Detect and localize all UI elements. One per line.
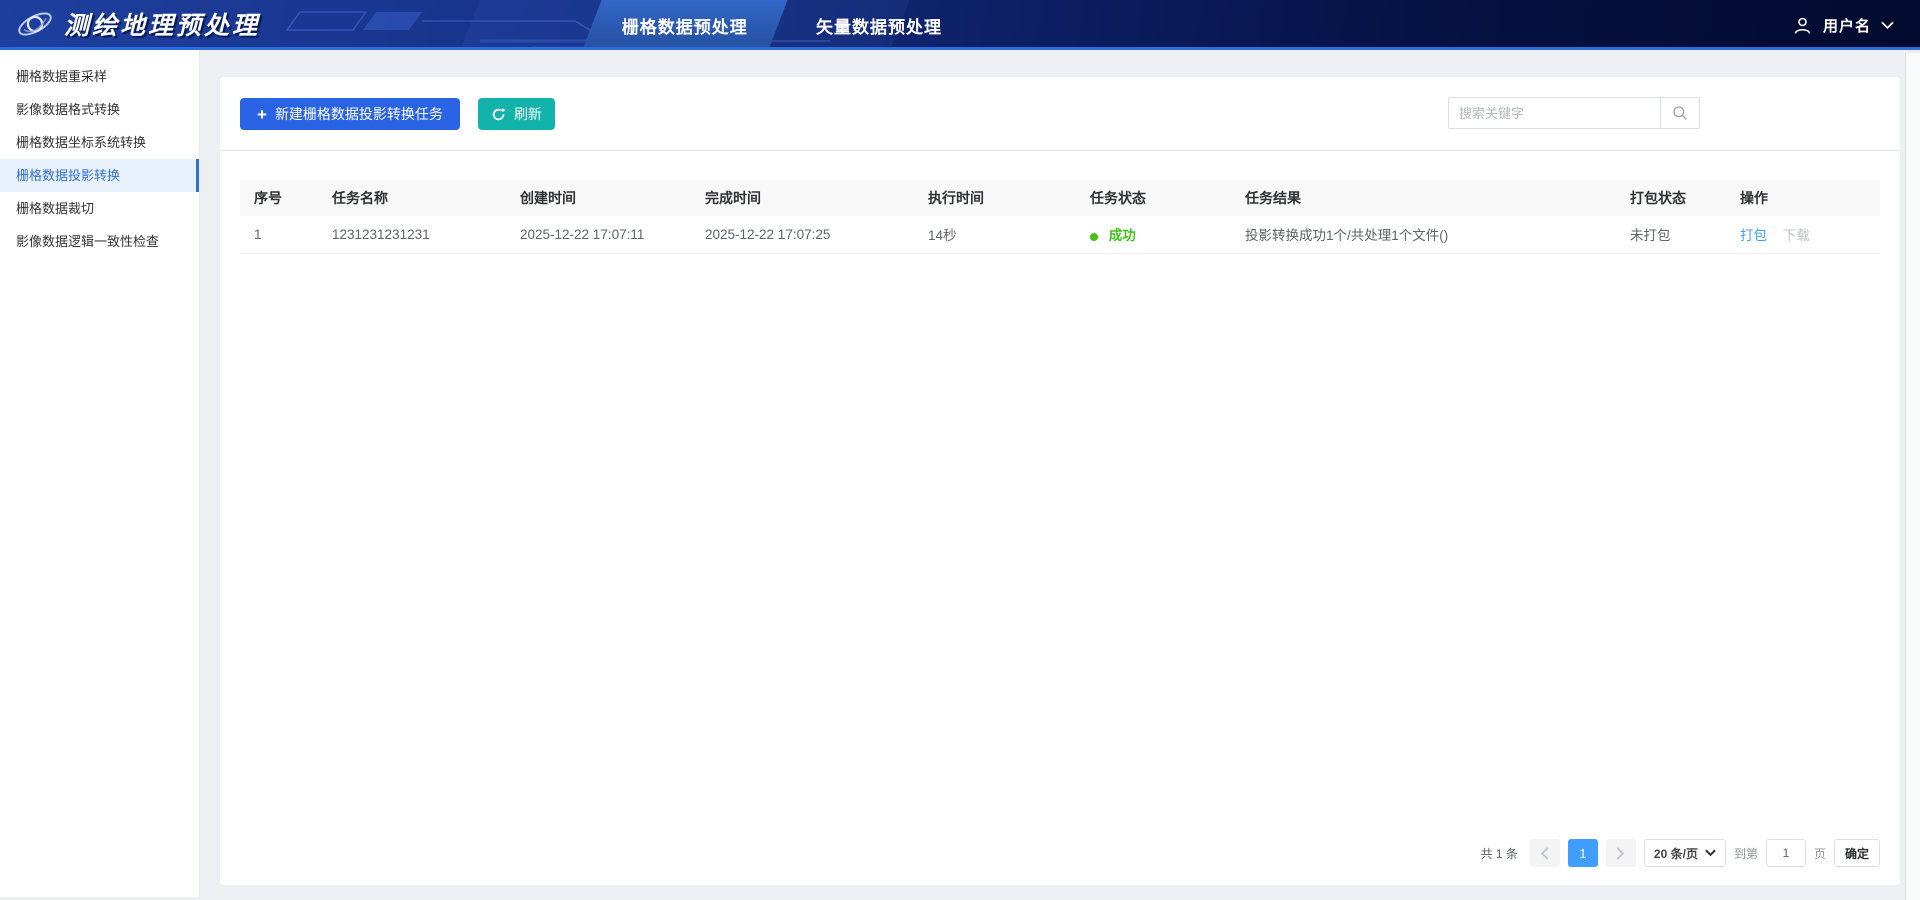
goto-confirm-button[interactable]: 确定 [1834,839,1880,867]
col-result: 任务结果 [1231,180,1616,216]
tab-vector-preprocessing[interactable]: 矢量数据预处理 [816,13,942,38]
cell-duration: 14秒 [914,216,1076,253]
cell-index: 1 [240,216,318,253]
col-duration: 执行时间 [914,180,1076,216]
refresh-icon [491,107,506,122]
sidebar-item-raster-clip[interactable]: 栅格数据裁切 [0,192,199,225]
chevron-down-icon [1881,21,1894,30]
tab-label: 栅格数据预处理 [622,13,748,38]
new-task-label: 新建栅格数据投影转换任务 [275,104,443,124]
spacer [220,254,1900,840]
table-row: 1 1231231231231 2025-12-22 17:07:11 2025… [240,216,1880,253]
app-header: 测绘地理预处理 栅格数据预处理 矢量数据预处理 用户名 [0,0,1920,50]
col-status: 任务状态 [1076,180,1231,216]
cell-task-name: 1231231231231 [318,216,506,253]
task-table-wrap: 序号 任务名称 创建时间 完成时间 执行时间 任务状态 任务结果 打包状态 操作 [220,151,1900,254]
sidebar-item-image-logic-check[interactable]: 影像数据逻辑一致性检查 [0,225,199,258]
content-card: + 新建栅格数据投影转换任务 刷新 [220,77,1900,885]
table-header-row: 序号 任务名称 创建时间 完成时间 执行时间 任务状态 任务结果 打包状态 操作 [240,180,1880,216]
col-actions: 操作 [1726,180,1880,216]
goto-page-input[interactable] [1766,839,1806,867]
page-number-1[interactable]: 1 [1568,839,1598,867]
col-finished-at: 完成时间 [691,180,914,216]
page-size-value: 20 条/页 [1654,845,1698,862]
scrollbar-track[interactable] [1905,53,1920,900]
col-created-at: 创建时间 [506,180,691,216]
task-table: 序号 任务名称 创建时间 完成时间 执行时间 任务状态 任务结果 打包状态 操作 [240,180,1880,254]
plus-icon: + [257,106,267,123]
brand: 测绘地理预处理 [0,5,260,43]
cell-result: 投影转换成功1个/共处理1个文件() [1231,216,1616,253]
refresh-label: 刷新 [514,104,542,124]
main-area: + 新建栅格数据投影转换任务 刷新 [200,50,1920,897]
cell-created-at: 2025-12-22 17:07:11 [506,216,691,253]
top-tabs: 栅格数据预处理 矢量数据预处理 [592,0,942,50]
sidebar-item-image-format-convert[interactable]: 影像数据格式转换 [0,93,199,126]
sidebar-item-raster-projection-convert[interactable]: 栅格数据投影转换 [0,159,199,192]
chevron-right-icon [1616,847,1625,860]
user-icon [1792,15,1813,36]
chevron-down-icon [1705,849,1716,857]
sidebar-item-raster-coordsys-convert[interactable]: 栅格数据坐标系统转换 [0,126,199,159]
prev-page-button[interactable] [1530,839,1560,867]
download-link[interactable]: 下载 [1783,228,1810,243]
search-icon [1672,105,1688,121]
logo-orbit-icon [16,5,54,43]
cell-actions: 打包 下载 [1726,216,1880,253]
col-index: 序号 [240,180,318,216]
status-text: 成功 [1109,228,1136,243]
pagination-total: 共 1 条 [1481,845,1518,862]
chevron-left-icon [1540,847,1549,860]
toolbar: + 新建栅格数据投影转换任务 刷新 [220,77,1900,151]
search-group [1448,97,1700,129]
status-dot [1090,233,1098,241]
sidebar: 栅格数据重采样 影像数据格式转换 栅格数据坐标系统转换 栅格数据投影转换 栅格数… [0,50,200,897]
new-task-button[interactable]: + 新建栅格数据投影转换任务 [240,98,460,130]
user-name: 用户名 [1823,15,1871,36]
cell-status: 成功 [1076,216,1231,253]
cell-pack-status: 未打包 [1616,216,1726,253]
next-page-button[interactable] [1606,839,1636,867]
goto-suffix: 页 [1814,845,1826,862]
goto-prefix: 到第 [1734,845,1758,862]
app-title: 测绘地理预处理 [64,6,260,42]
page-size-select[interactable]: 20 条/页 [1644,839,1726,867]
pagination: 共 1 条 1 20 条/页 [220,839,1900,885]
col-pack-status: 打包状态 [1616,180,1726,216]
refresh-button[interactable]: 刷新 [478,98,555,130]
search-button[interactable] [1660,97,1700,129]
search-input[interactable] [1448,97,1660,129]
cell-finished-at: 2025-12-22 17:07:25 [691,216,914,253]
col-task-name: 任务名称 [318,180,506,216]
tab-raster-preprocessing[interactable]: 栅格数据预处理 [582,0,787,50]
user-menu[interactable]: 用户名 [1792,0,1894,50]
sidebar-item-raster-resample[interactable]: 栅格数据重采样 [0,60,199,93]
pack-link[interactable]: 打包 [1740,228,1767,243]
